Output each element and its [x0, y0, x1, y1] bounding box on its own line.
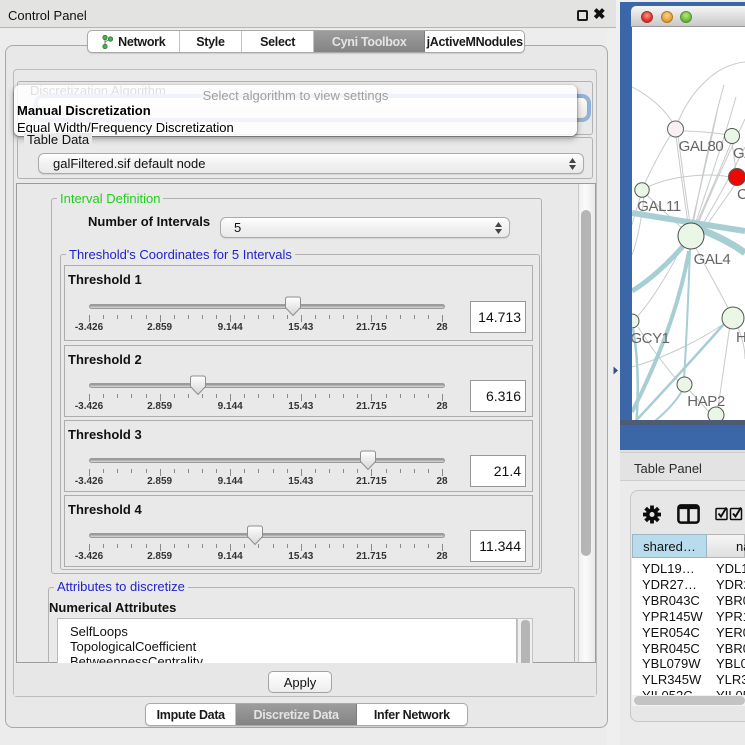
svg-text:GCY1: GCY1: [632, 330, 670, 347]
svg-text:HIS4: HIS4: [736, 329, 745, 346]
svg-text:GAL: GAL: [733, 145, 745, 162]
svg-text:GAL11: GAL11: [637, 198, 681, 215]
svg-text:GAL4: GAL4: [694, 251, 731, 268]
svg-text:CY: CY: [737, 186, 745, 203]
svg-text:GAL80: GAL80: [679, 138, 724, 155]
svg-text:HAP2: HAP2: [687, 393, 725, 410]
